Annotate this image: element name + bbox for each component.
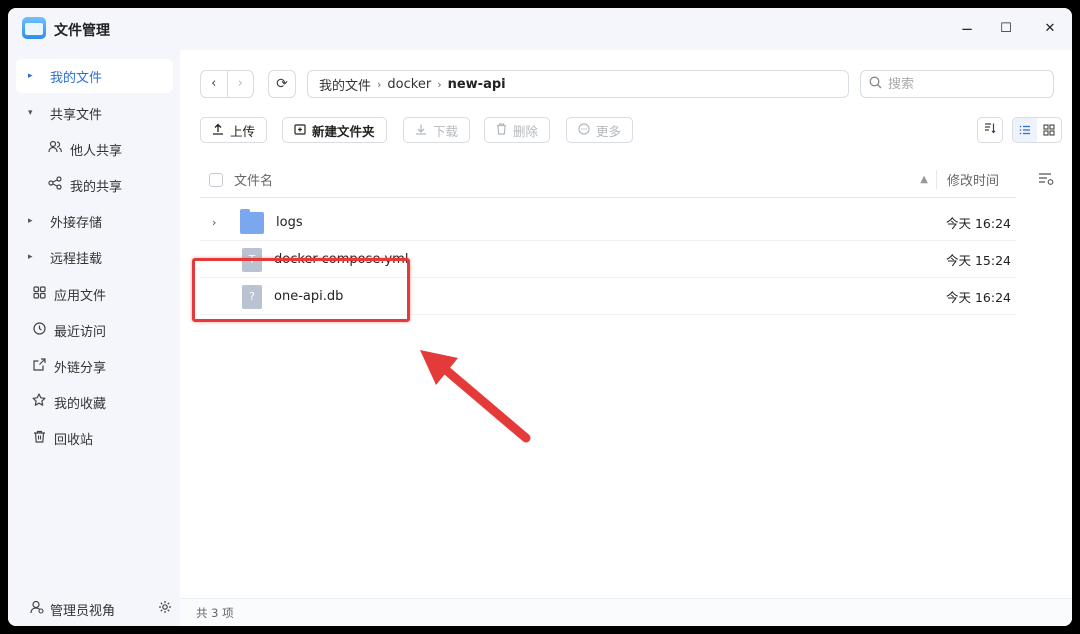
column-header-modified[interactable]: 修改时间 (936, 170, 1016, 189)
breadcrumb-separator-icon: › (377, 77, 382, 91)
expand-chevron-icon[interactable]: › (212, 216, 226, 229)
breadcrumb: 我的文件 › docker › new-api (307, 70, 849, 98)
sidebar-item-label: 我的共享 (70, 179, 123, 195)
folder-icon (240, 208, 264, 234)
search-box (860, 70, 1054, 98)
sort-button[interactable] (977, 117, 1003, 143)
table-row[interactable]: › logs 今天 16:24 (200, 205, 1016, 241)
sidebar-item-app-files[interactable]: 应用文件 (16, 277, 173, 311)
expand-triangle-icon[interactable]: ▸ (28, 252, 44, 262)
expand-triangle-icon[interactable]: ▸ (28, 216, 44, 226)
file-table-header: 文件名 ▲ 修改时间 (200, 162, 1016, 198)
sidebar-item-favorites[interactable]: 我的收藏 (16, 385, 173, 419)
apps-grid-icon (30, 285, 48, 303)
back-button[interactable]: ‹ (201, 71, 227, 97)
gear-icon[interactable] (158, 600, 172, 618)
sidebar-item-external-storage[interactable]: ▸ 外接存储 (16, 204, 173, 238)
file-name[interactable]: logs (276, 215, 936, 230)
sidebar-item-label: 我的文件 (50, 70, 103, 86)
trash-icon (30, 430, 48, 447)
star-icon (30, 393, 48, 411)
select-all-checkbox[interactable] (209, 172, 223, 187)
download-label: 下载 (433, 123, 459, 139)
main-panel: ‹ › ⟳ 我的文件 › docker › new-api 上传 (180, 50, 1072, 626)
sidebar-item-recycle-bin[interactable]: 回收站 (16, 421, 173, 455)
people-icon (46, 140, 64, 158)
file-modified-time: 今天 15:24 (946, 253, 1011, 268)
new-folder-icon (294, 123, 306, 138)
upload-button[interactable]: 上传 (200, 117, 268, 143)
sidebar-item-shared-files[interactable]: ▾ 共享文件 (16, 96, 173, 130)
download-button[interactable]: 下载 (403, 117, 471, 143)
list-view-icon[interactable] (1013, 118, 1037, 142)
sort-icon (984, 123, 996, 137)
grid-view-icon[interactable] (1037, 118, 1061, 142)
collapse-triangle-icon[interactable]: ▾ (28, 108, 44, 118)
sidebar: ▸ 我的文件 ▾ 共享文件 他人共享 我的共享 ▸ 外接存储 ▸ 远程挂载 应用… (8, 50, 180, 626)
new-folder-label: 新建文件夹 (312, 123, 375, 139)
breadcrumb-item-my-files[interactable]: 我的文件 (319, 75, 371, 94)
item-count: 共 3 项 (196, 606, 234, 620)
refresh-button[interactable]: ⟳ (268, 70, 296, 98)
expand-triangle-icon[interactable]: ▸ (28, 71, 44, 81)
sidebar-item-shared-with-me[interactable]: 他人共享 (16, 132, 173, 166)
view-mode-toggle (1012, 117, 1062, 143)
sidebar-item-label: 他人共享 (70, 143, 123, 159)
maximize-button[interactable]: ☐ (995, 18, 1017, 40)
more-circle-icon (578, 122, 590, 138)
sidebar-item-my-shares[interactable]: 我的共享 (16, 168, 173, 202)
more-label: 更多 (596, 123, 622, 139)
title-bar: 文件管理 − ☐ ✕ (8, 8, 1072, 50)
forward-button[interactable]: › (226, 71, 254, 97)
sidebar-item-label: 我的收藏 (54, 396, 107, 412)
search-icon (869, 76, 882, 93)
column-header-name[interactable]: 文件名 (234, 170, 920, 189)
minimize-button[interactable]: − (956, 18, 978, 40)
admin-view-toggle[interactable]: 管理员视角 (8, 592, 180, 626)
admin-user-icon (30, 600, 44, 618)
file-manager-window: 文件管理 − ☐ ✕ ▸ 我的文件 ▾ 共享文件 他人共享 我的共享 ▸ 外接存… (8, 8, 1072, 626)
sidebar-item-label: 应用文件 (54, 288, 107, 304)
sidebar-item-recent[interactable]: 最近访问 (16, 313, 173, 347)
breadcrumb-item-docker[interactable]: docker (387, 77, 431, 92)
delete-label: 删除 (513, 123, 539, 139)
search-input[interactable] (888, 76, 1038, 92)
sidebar-item-label: 回收站 (54, 432, 94, 448)
sidebar-item-my-files[interactable]: ▸ 我的文件 (16, 59, 173, 93)
sidebar-item-remote-mount[interactable]: ▸ 远程挂载 (16, 240, 173, 274)
sidebar-item-link-share[interactable]: 外链分享 (16, 349, 173, 383)
download-icon (415, 123, 427, 138)
breadcrumb-item-new-api[interactable]: new-api (448, 77, 506, 92)
sidebar-item-label: 最近访问 (54, 324, 107, 340)
highlight-box (192, 258, 410, 322)
trash-icon (496, 122, 507, 138)
new-folder-button[interactable]: 新建文件夹 (282, 117, 387, 143)
sidebar-item-label: 外接存储 (50, 215, 103, 231)
close-button[interactable]: ✕ (1039, 18, 1061, 40)
sidebar-item-label: 外链分享 (54, 360, 107, 376)
window-title: 文件管理 (54, 23, 110, 39)
share-icon (46, 176, 64, 194)
more-button[interactable]: 更多 (566, 117, 634, 143)
breadcrumb-separator-icon: › (437, 77, 442, 91)
sort-arrows-icon[interactable]: ▲ (920, 174, 928, 185)
admin-view-label: 管理员视角 (50, 603, 116, 619)
column-settings-icon[interactable] (1038, 172, 1054, 190)
file-modified-time: 今天 16:24 (946, 290, 1011, 305)
clock-icon (30, 321, 48, 339)
file-manager-logo-icon (22, 17, 46, 39)
sidebar-item-label: 远程挂载 (50, 251, 103, 267)
sidebar-item-label: 共享文件 (50, 107, 103, 123)
upload-label: 上传 (230, 123, 256, 139)
upload-icon (212, 123, 224, 138)
status-bar: 共 3 项 (180, 598, 1072, 626)
external-link-icon (30, 357, 48, 375)
delete-button[interactable]: 删除 (484, 117, 551, 143)
file-modified-time: 今天 16:24 (946, 216, 1011, 231)
history-nav: ‹ › (200, 70, 254, 98)
